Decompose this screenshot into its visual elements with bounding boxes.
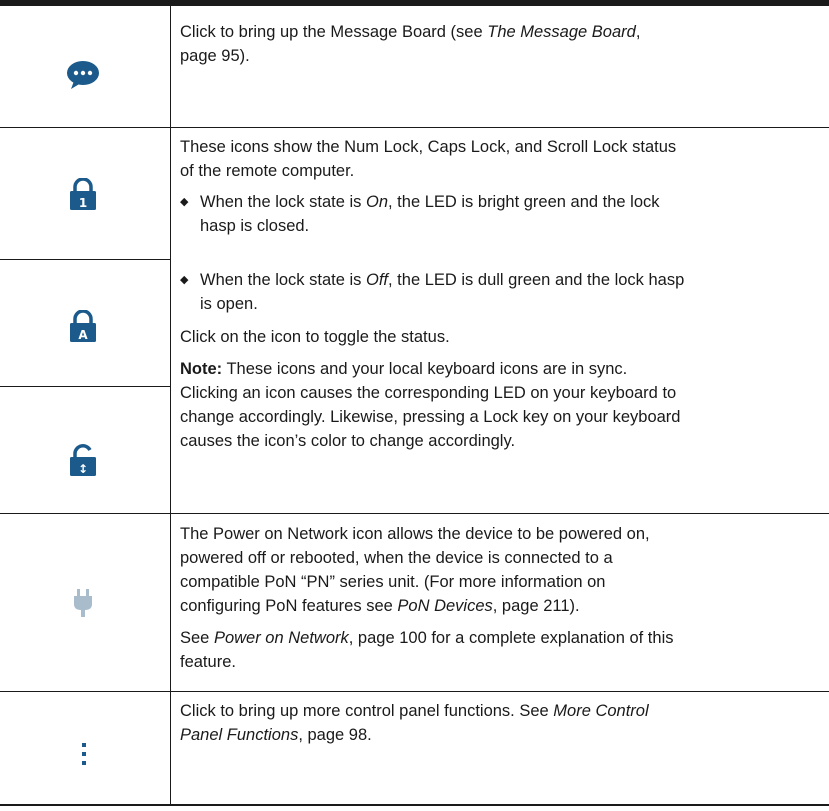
lock-intro-line-1: These icons show the Num Lock, Caps Lock… xyxy=(180,138,677,156)
row-divider-3 xyxy=(0,691,829,692)
bullet-icon: ◆ xyxy=(180,274,189,286)
power-plug-icon[interactable] xyxy=(73,589,93,617)
power-line-4: configuring PoN features see PoN Devices… xyxy=(180,597,580,615)
bullet-on-line-1: ◆ When the lock state is On, the LED is b… xyxy=(180,190,805,214)
more-line-1: Click to bring up more control panel fun… xyxy=(180,702,649,720)
note-line-1: Note: These icons and your local keyboar… xyxy=(180,360,628,378)
power-line-3: compatible PoN “PN” series unit. (For mo… xyxy=(180,573,606,591)
bullet-off-line-2: is open. xyxy=(200,295,258,313)
message-board-line-1: Click to bring up the Message Board (see… xyxy=(180,23,641,41)
message-board-link[interactable]: The Message Board xyxy=(487,23,636,41)
power-see-line-2: feature. xyxy=(180,653,236,671)
bullet-icon: ◆ xyxy=(180,196,189,208)
svg-text:1: 1 xyxy=(79,196,87,210)
row-divider-2 xyxy=(0,513,829,514)
vertical-ellipsis-icon[interactable] xyxy=(81,743,87,765)
note-line-2: Clicking an icon causes the correspondin… xyxy=(180,384,677,402)
num-lock-icon[interactable]: 1 xyxy=(69,178,97,210)
column-divider xyxy=(170,6,171,806)
row-divider-lock-1 xyxy=(0,259,170,260)
message-board-line-2: page 95). xyxy=(180,47,250,65)
more-control-link[interactable]: More Control xyxy=(553,702,648,720)
pon-devices-link[interactable]: PoN Devices xyxy=(397,597,492,615)
row-divider-1 xyxy=(0,127,829,128)
more-control-link-2[interactable]: Panel Functions xyxy=(180,726,298,744)
note-line-4: causes the icon’s color to change accord… xyxy=(180,432,516,450)
svg-text:A: A xyxy=(78,328,88,342)
bullet-off-line-1: ◆ When the lock state is Off, the LED is … xyxy=(180,268,805,292)
lock-intro-line-2: of the remote computer. xyxy=(180,162,355,180)
bullet-on-line-2: hasp is closed. xyxy=(200,217,310,235)
row-divider-lock-2 xyxy=(0,386,170,387)
table-bottom-rule xyxy=(0,804,829,806)
svg-text:↕: ↕ xyxy=(78,462,88,476)
power-line-1: The Power on Network icon allows the dev… xyxy=(180,525,650,543)
note-line-3: change accordingly. Likewise, pressing a… xyxy=(180,408,681,426)
power-see-line-1: See Power on Network, page 100 for a com… xyxy=(180,629,674,647)
speech-bubble-icon xyxy=(67,61,99,89)
table-top-rule xyxy=(0,0,829,6)
caps-lock-icon[interactable]: A xyxy=(69,310,97,342)
power-on-network-link[interactable]: Power on Network xyxy=(214,629,349,647)
lock-toggle-text: Click on the icon to toggle the status. xyxy=(180,328,450,346)
power-line-2: powered off or rebooted, when the device… xyxy=(180,549,613,567)
more-line-2: Panel Functions, page 98. xyxy=(180,726,372,744)
scroll-lock-icon[interactable]: ↕ xyxy=(69,444,97,476)
